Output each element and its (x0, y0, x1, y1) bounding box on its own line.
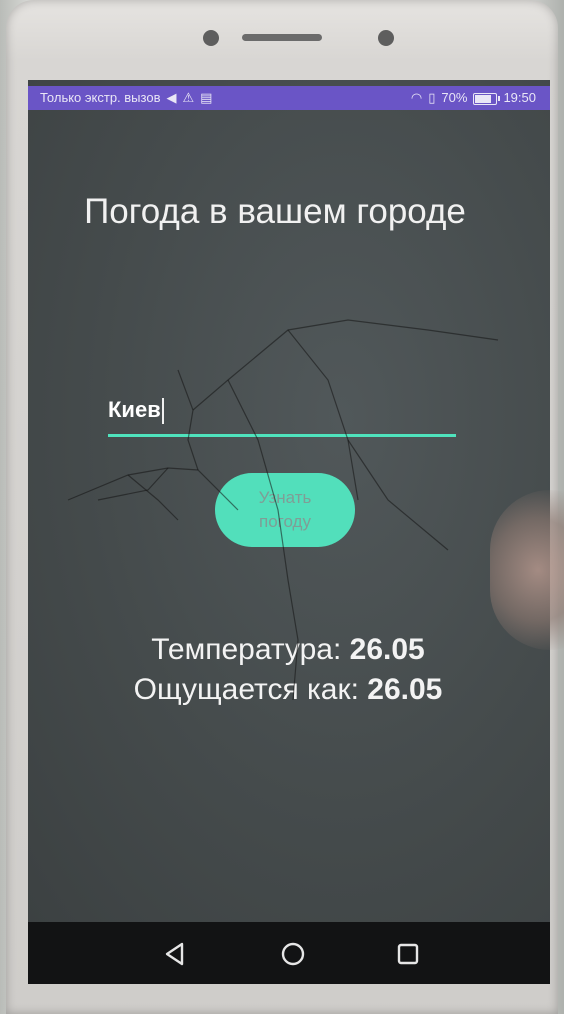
front-camera (203, 30, 219, 46)
wifi-icon: ◠ (410, 90, 423, 105)
message-icon: ▤ (200, 90, 213, 105)
clock: 19:50 (503, 90, 536, 105)
feels-like-row: Ощущается как: 26.05 (88, 670, 488, 710)
city-input-underline (108, 434, 456, 437)
get-weather-button[interactable]: Узнать погоду (215, 473, 355, 547)
recent-apps-button[interactable] (388, 934, 428, 974)
text-cursor (161, 398, 164, 425)
status-bar: Только экстр. вызов ◀ ⚠ ▤ ◠ ▯ 70% 19:50 (28, 86, 550, 110)
back-icon (165, 942, 184, 966)
photo-scene: Только экстр. вызов ◀ ⚠ ▤ ◠ ▯ 70% 19:50 … (0, 0, 564, 1014)
warning-icon: ⚠ (182, 90, 195, 105)
feels-like-label: Ощущается как: (133, 673, 359, 706)
city-input[interactable]: Киев (108, 390, 456, 437)
status-bar-left: Только экстр. вызов ◀ ⚠ ▤ (40, 86, 212, 110)
earpiece (242, 34, 322, 41)
city-input-value[interactable]: Киев (108, 390, 164, 430)
recent-apps-icon (397, 943, 419, 965)
sim-icon: ▯ (428, 90, 436, 105)
proximity-sensor (378, 30, 394, 46)
send-icon: ◀ (166, 90, 177, 105)
weather-results: Температура: 26.05 Ощущается как: 26.05 (88, 630, 488, 710)
finger (490, 490, 564, 650)
battery-percent: 70% (441, 90, 468, 105)
home-button[interactable] (273, 934, 313, 974)
temperature-value: 26.05 (349, 633, 425, 666)
temperature-label: Температура: (151, 633, 342, 666)
carrier-text: Только экстр. вызов (40, 90, 161, 105)
page-title: Погода в вашем городе (84, 192, 466, 231)
temperature-row: Температура: 26.05 (88, 630, 488, 670)
home-icon (281, 942, 305, 966)
phone-screen: Только экстр. вызов ◀ ⚠ ▤ ◠ ▯ 70% 19:50 … (28, 80, 550, 922)
city-input-text[interactable]: Киев (108, 397, 161, 422)
navigation-bar (28, 922, 550, 984)
battery-icon (473, 93, 501, 105)
status-bar-right: ◠ ▯ 70% 19:50 (411, 86, 536, 110)
feels-like-value: 26.05 (367, 673, 443, 706)
back-button[interactable] (155, 934, 195, 974)
